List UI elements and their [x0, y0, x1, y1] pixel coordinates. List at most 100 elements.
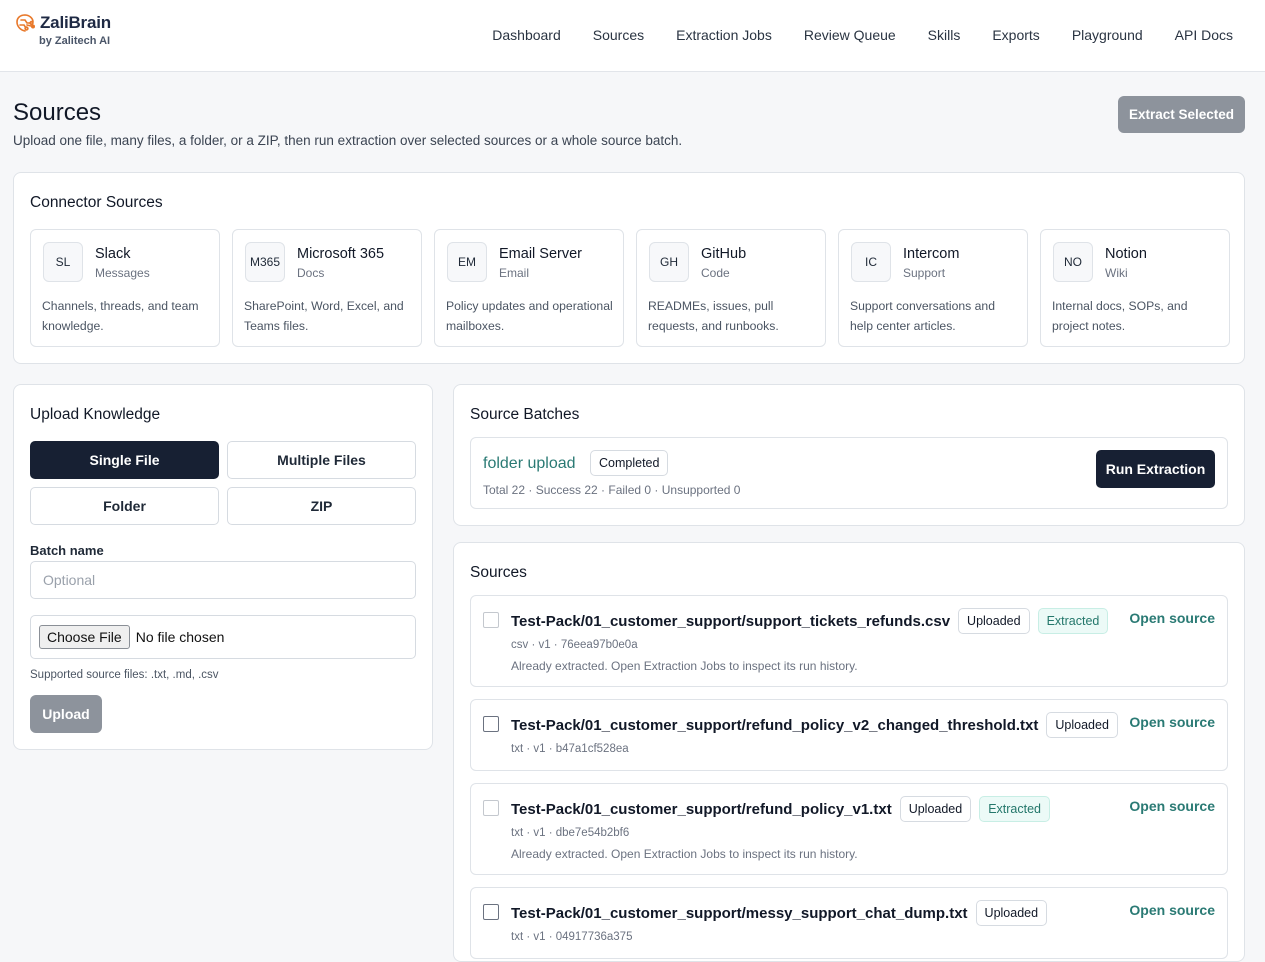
connector-abbr: SL	[43, 242, 83, 282]
uploaded-badge: Uploaded	[1046, 712, 1118, 738]
batch-stats: Total 22 · Success 22 · Failed 0 · Unsup…	[483, 483, 741, 497]
connector-github[interactable]: GH GitHub Code READMEs, issues, pull req…	[636, 229, 826, 347]
connector-type: Docs	[297, 266, 325, 280]
brand-subtitle: by Zalitech AI	[39, 35, 111, 47]
source-item: Test-Pack/01_customer_support/messy_supp…	[470, 887, 1228, 959]
brand-name: ZaliBrain	[40, 13, 111, 32]
connector-abbr: M365	[245, 242, 285, 282]
connector-name: Intercom	[903, 246, 960, 262]
connector-name: Email Server	[499, 246, 582, 262]
connector-name: GitHub	[701, 246, 747, 262]
open-source-link[interactable]: Open source	[1129, 714, 1215, 730]
source-note: Already extracted. Open Extraction Jobs …	[511, 847, 858, 861]
connector-email-server[interactable]: EM Email Server Email Policy updates and…	[434, 229, 624, 347]
upload-button[interactable]: Upload	[30, 695, 102, 733]
top-navbar: ZaliBrain by Zalitech AI Dashboard Sourc…	[0, 0, 1265, 72]
connector-abbr: IC	[851, 242, 891, 282]
connector-name: Microsoft 365	[297, 246, 385, 262]
connector-abbr: NO	[1053, 242, 1093, 282]
connector-abbr: EM	[447, 242, 487, 282]
nav-exports[interactable]: Exports	[976, 27, 1055, 43]
source-name: Test-Pack/01_customer_support/refund_pol…	[511, 800, 892, 818]
connector-description: Policy updates and operational mailboxes…	[446, 299, 613, 333]
open-source-link[interactable]: Open source	[1129, 610, 1215, 626]
source-item: Test-Pack/01_customer_support/support_ti…	[470, 595, 1228, 687]
brain-circuit-icon	[16, 14, 35, 32]
connector-type: Wiki	[1105, 266, 1128, 280]
connector-type: Messages	[95, 266, 150, 280]
extracted-badge: Extracted	[1037, 608, 1109, 634]
connector-grid: SL Slack Messages Channels, threads, and…	[30, 229, 1230, 347]
connector-microsoft-365[interactable]: M365 Microsoft 365 Docs SharePoint, Word…	[232, 229, 422, 347]
upload-knowledge-panel: Upload Knowledge Single File Multiple Fi…	[13, 384, 433, 750]
mode-zip-button[interactable]: ZIP	[227, 487, 416, 525]
nav-dashboard[interactable]: Dashboard	[476, 27, 577, 43]
uploaded-badge: Uploaded	[899, 796, 972, 822]
source-item: Test-Pack/01_customer_support/refund_pol…	[470, 783, 1228, 875]
connector-type: Support	[903, 266, 946, 280]
source-name: Test-Pack/01_customer_support/messy_supp…	[511, 904, 968, 922]
extract-selected-button[interactable]: Extract Selected	[1118, 96, 1245, 133]
batch-name-link[interactable]: folder upload	[483, 455, 576, 473]
connector-name: Notion	[1105, 246, 1147, 262]
source-meta: txt · v1 · 04917736a375	[511, 931, 633, 943]
nav-playground[interactable]: Playground	[1056, 27, 1159, 43]
nav-api-docs[interactable]: API Docs	[1159, 27, 1249, 43]
nav-review-queue[interactable]: Review Queue	[788, 27, 912, 43]
supported-files-hint: Supported source files: .txt, .md, .csv	[30, 669, 219, 681]
page-title: Sources	[13, 99, 102, 126]
source-name: Test-Pack/01_customer_support/refund_pol…	[511, 716, 1039, 734]
brand-logo[interactable]: ZaliBrain by Zalitech AI	[14, 12, 111, 47]
source-batches-title: Source Batches	[470, 406, 580, 423]
open-source-link[interactable]: Open source	[1129, 798, 1215, 814]
source-meta: txt · v1 · b47a1cf528ea	[511, 743, 629, 755]
connector-description: READMEs, issues, pull requests, and runb…	[648, 299, 779, 333]
connector-sources-panel: Connector Sources SL Slack Messages Chan…	[13, 172, 1245, 364]
sources-panel: Sources Test-Pack/01_customer_support/su…	[453, 542, 1245, 962]
connector-notion[interactable]: NO Notion Wiki Internal docs, SOPs, and …	[1040, 229, 1230, 347]
batch-row: folder upload Completed Total 22 · Succe…	[470, 437, 1228, 509]
choose-file-button[interactable]: Choose File	[39, 625, 130, 649]
connector-sources-title: Connector Sources	[30, 194, 163, 211]
connector-description: SharePoint, Word, Excel, and Teams files…	[244, 299, 404, 333]
open-source-link[interactable]: Open source	[1129, 902, 1215, 918]
connector-description: Channels, threads, and team knowledge.	[42, 299, 199, 333]
mode-multiple-files-button[interactable]: Multiple Files	[227, 441, 416, 479]
sources-title: Sources	[470, 564, 527, 581]
source-checkbox[interactable]	[483, 716, 499, 732]
source-meta: csv · v1 · 76eea97b0e0a	[511, 639, 638, 651]
mode-folder-button[interactable]: Folder	[30, 487, 219, 525]
connector-type: Email	[499, 266, 530, 280]
connector-description: Internal docs, SOPs, and project notes.	[1052, 299, 1188, 333]
file-picker: Choose File No file chosen	[30, 615, 416, 659]
mode-single-file-button[interactable]: Single File	[30, 441, 219, 479]
connector-type: Code	[701, 266, 730, 280]
connector-abbr: GH	[649, 242, 689, 282]
file-status-text: No file chosen	[135, 629, 225, 645]
batch-name-input[interactable]	[30, 561, 416, 599]
uploaded-badge: Uploaded	[975, 900, 1048, 926]
connector-intercom[interactable]: IC Intercom Support Support conversation…	[838, 229, 1028, 347]
run-extraction-button[interactable]: Run Extraction	[1096, 450, 1215, 488]
source-batches-panel: Source Batches folder upload Completed T…	[453, 384, 1245, 526]
source-checkbox[interactable]	[483, 904, 499, 920]
source-item: Test-Pack/01_customer_support/refund_pol…	[470, 699, 1228, 771]
main-nav: Dashboard Sources Extraction Jobs Review…	[476, 0, 1249, 70]
nav-skills[interactable]: Skills	[912, 27, 977, 43]
nav-extraction-jobs[interactable]: Extraction Jobs	[660, 27, 788, 43]
page-description: Upload one file, many files, a folder, o…	[13, 133, 683, 148]
page-header: Sources Upload one file, many files, a f…	[13, 99, 682, 148]
uploaded-badge: Uploaded	[958, 608, 1030, 634]
source-checkbox[interactable]	[483, 612, 499, 628]
nav-sources[interactable]: Sources	[577, 27, 660, 43]
source-note: Already extracted. Open Extraction Jobs …	[511, 659, 858, 673]
connector-slack[interactable]: SL Slack Messages Channels, threads, and…	[30, 229, 220, 347]
extracted-badge: Extracted	[979, 796, 1051, 822]
source-checkbox[interactable]	[483, 800, 499, 816]
source-name: Test-Pack/01_customer_support/support_ti…	[511, 612, 951, 630]
connector-name: Slack	[95, 246, 131, 262]
source-meta: txt · v1 · dbe7e54b2bf6	[511, 827, 630, 839]
batch-name-label: Batch name	[30, 543, 104, 558]
connector-description: Support conversations and help center ar…	[850, 299, 995, 333]
upload-knowledge-title: Upload Knowledge	[30, 406, 161, 423]
